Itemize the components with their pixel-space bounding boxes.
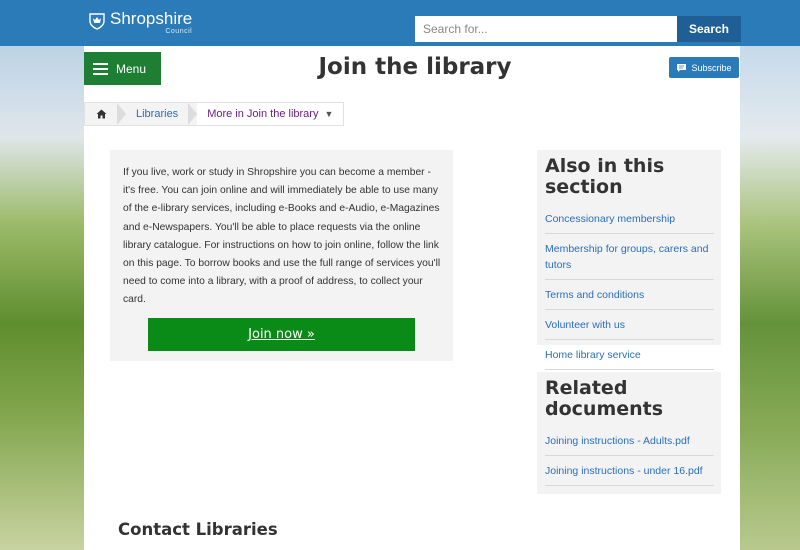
caret-down-icon: ▼ — [324, 109, 334, 119]
list-item: Membership for groups, carers and tutors — [545, 234, 714, 280]
subscribe-icon — [677, 63, 687, 72]
subscribe-label: Subscribe — [691, 62, 732, 73]
join-now-button[interactable]: Join now » — [148, 318, 415, 351]
link-home-library-service[interactable]: Home library service — [545, 349, 641, 361]
hamburger-icon — [93, 62, 108, 75]
contact-heading: Contact Libraries — [118, 520, 278, 539]
related-documents-list: Joining instructions - Adults.pdf Joinin… — [545, 426, 714, 486]
header-bar: Shropshire Council Search — [0, 0, 800, 46]
page-title: Join the library — [318, 54, 512, 80]
logo-name: Shropshire — [110, 9, 193, 28]
also-in-section: Also in this section Concessionary membe… — [537, 150, 721, 370]
search-button[interactable]: Search — [677, 16, 741, 42]
breadcrumb-more-label: More in Join the library — [207, 108, 319, 120]
crest-icon — [89, 13, 105, 30]
list-item: Concessionary membership — [545, 204, 714, 234]
background-landscape-right — [740, 46, 800, 550]
council-logo[interactable]: Shropshire Council — [88, 10, 192, 38]
list-item: Joining instructions - Adults.pdf — [545, 426, 714, 456]
breadcrumb: Libraries More in Join the library ▼ — [84, 102, 345, 126]
link-joining-under16-pdf[interactable]: Joining instructions - under 16.pdf — [545, 465, 703, 477]
search-input[interactable] — [415, 16, 677, 42]
breadcrumb-libraries[interactable]: Libraries — [126, 103, 188, 125]
intro-text: If you live, work or study in Shropshire… — [123, 167, 441, 306]
breadcrumb-separator — [188, 103, 198, 125]
breadcrumb-home[interactable] — [85, 103, 117, 125]
logo-sub: Council — [165, 28, 193, 35]
list-item: Home library service — [545, 340, 714, 370]
link-volunteer[interactable]: Volunteer with us — [545, 319, 625, 331]
background-landscape-left — [0, 46, 84, 550]
link-terms-conditions[interactable]: Terms and conditions — [545, 289, 644, 301]
link-joining-adults-pdf[interactable]: Joining instructions - Adults.pdf — [545, 435, 690, 447]
related-documents-heading: Related documents — [545, 377, 664, 420]
related-documents: Related documents Joining instructions -… — [537, 372, 721, 494]
also-in-section-heading: Also in this section — [545, 155, 665, 198]
subscribe-button[interactable]: Subscribe — [669, 57, 739, 78]
link-concessionary-membership[interactable]: Concessionary membership — [545, 213, 675, 225]
list-item: Terms and conditions — [545, 280, 714, 310]
menu-label: Menu — [116, 61, 147, 76]
link-membership-groups[interactable]: Membership for groups, carers and tutors — [545, 243, 708, 271]
menu-button[interactable]: Menu — [84, 52, 161, 85]
list-item: Joining instructions - under 16.pdf — [545, 456, 714, 486]
breadcrumb-separator — [117, 103, 126, 125]
also-in-section-list: Concessionary membership Membership for … — [545, 204, 714, 370]
list-item: Volunteer with us — [545, 310, 714, 340]
breadcrumb-more-dropdown[interactable]: More in Join the library ▼ — [197, 103, 344, 125]
home-icon — [96, 109, 106, 119]
